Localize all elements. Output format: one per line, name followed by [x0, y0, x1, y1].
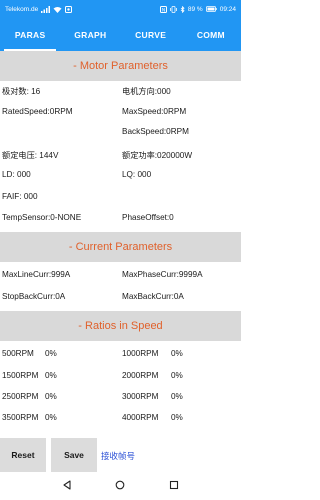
ratio-value[interactable]: 0%: [45, 349, 57, 358]
ratio-value[interactable]: 0%: [171, 371, 183, 380]
tab-bar: PARAS GRAPH CURVE COMM: [0, 18, 241, 51]
ratios-header: - Ratios in Speed: [0, 311, 241, 341]
ratio-rpm-label: 1500RPM: [2, 371, 39, 380]
pole-pairs: 极对数: 16: [2, 87, 41, 96]
max-speed: MaxSpeed:0RPM: [122, 107, 187, 116]
action-bar: Reset Save 接收帧号: [0, 438, 241, 472]
battery-percent: 89 %: [187, 5, 203, 13]
temp-sensor: TempSensor:0-NONE: [2, 213, 82, 222]
ratio-value[interactable]: 0%: [171, 349, 183, 358]
tab-paras[interactable]: PARAS: [0, 18, 60, 51]
current-parameters-header: - Current Parameters: [0, 232, 241, 262]
ratio-value[interactable]: 0%: [45, 413, 57, 422]
ratio-rpm-label: 3500RPM: [2, 413, 39, 422]
max-line-curr: MaxLineCurr:999A: [2, 270, 71, 279]
signal-icon: [41, 5, 51, 13]
back-icon[interactable]: [62, 477, 72, 495]
nfc-icon: N: [159, 5, 167, 13]
ratio-rpm-label: 4000RPM: [122, 413, 159, 422]
notification-icon: [65, 5, 73, 13]
ratio-rpm-label: 1000RPM: [122, 349, 159, 358]
status-bar: Telekom.de N 89 % 09:24: [0, 0, 241, 18]
ratio-rpm-label: 2500RPM: [2, 392, 39, 401]
max-phase-curr: MaxPhaseCurr:9999A: [122, 270, 203, 279]
motor-parameters-header: - Motor Parameters: [0, 51, 241, 81]
reset-button[interactable]: Reset: [0, 438, 46, 472]
stop-back-curr: StopBackCurr:0A: [2, 292, 66, 301]
tab-graph[interactable]: GRAPH: [60, 18, 120, 51]
max-back-curr: MaxBackCurr:0A: [122, 292, 184, 301]
faif-value: FAIF: 000: [2, 192, 38, 201]
motor-direction: 电机方向:000: [122, 87, 171, 96]
ratio-rpm-label: 500RPM: [2, 349, 34, 358]
ratio-rpm-label: 3000RPM: [122, 392, 159, 401]
bluetooth-icon: [180, 5, 185, 13]
rated-voltage: 额定电压: 144V: [2, 151, 59, 160]
wifi-icon: [53, 6, 62, 13]
tab-curve[interactable]: CURVE: [121, 18, 181, 51]
phase-offset: PhaseOffset:0: [122, 213, 174, 222]
ratio-value[interactable]: 0%: [171, 392, 183, 401]
ratio-value[interactable]: 0%: [171, 413, 183, 422]
svg-text:N: N: [162, 7, 165, 13]
system-nav-bar: [0, 472, 241, 500]
ratio-rpm-label: 2000RPM: [122, 371, 159, 380]
ratio-value[interactable]: 0%: [45, 392, 57, 401]
rated-speed: RatedSpeed:0RPM: [2, 107, 73, 116]
back-speed: BackSpeed:0RPM: [122, 127, 189, 136]
save-button[interactable]: Save: [51, 438, 97, 472]
lq-value: LQ: 000: [122, 170, 152, 179]
battery-icon: [205, 6, 217, 12]
ld-value: LD: 000: [2, 170, 31, 179]
vibrate-icon: [170, 5, 177, 13]
home-icon[interactable]: [115, 477, 125, 495]
ratio-value[interactable]: 0%: [45, 371, 57, 380]
tab-comm[interactable]: COMM: [181, 18, 241, 51]
recents-icon[interactable]: [169, 477, 179, 495]
clock: 09:24: [219, 5, 236, 13]
received-frame-label: 接收帧号: [101, 451, 136, 461]
carrier-name: Telekom.de: [5, 5, 39, 13]
rated-power: 额定功率:020000W: [122, 151, 193, 160]
